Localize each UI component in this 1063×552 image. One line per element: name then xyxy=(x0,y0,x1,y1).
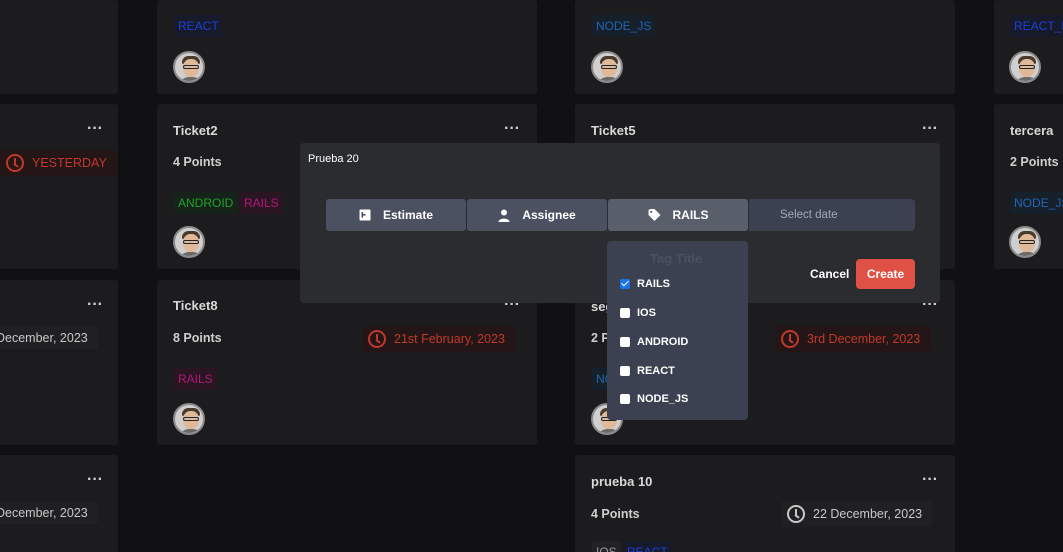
assignee-label: Assignee xyxy=(522,208,576,222)
card-col1-top[interactable] xyxy=(0,0,118,94)
due-date: 22 December, 2023 xyxy=(781,501,933,527)
card-points: 8 Points xyxy=(173,331,222,345)
card-points: 4 Points xyxy=(591,507,640,521)
tag-react: REACT_N xyxy=(1010,15,1063,37)
tag-button[interactable]: RAILS xyxy=(608,199,748,231)
avatar xyxy=(173,226,205,258)
tag-android: ANDROID xyxy=(174,192,238,214)
avatar xyxy=(173,51,205,83)
estimate-button[interactable]: Estimate xyxy=(326,199,466,231)
date-picker-input[interactable]: Select date xyxy=(749,199,915,231)
assignee-button[interactable]: Assignee xyxy=(467,199,607,231)
card-title: Ticket8 xyxy=(173,298,218,313)
tag-node-js: NODE_JS xyxy=(1010,192,1063,214)
card-points: 2 Points xyxy=(1010,155,1059,169)
clock-icon xyxy=(787,505,805,523)
avatar xyxy=(1009,51,1041,83)
card-col2-top[interactable]: REACT xyxy=(157,0,537,94)
avatar xyxy=(591,51,623,83)
card-col1-yesterday[interactable]: ··· YESTERDAY xyxy=(0,104,118,269)
tag-option-ios[interactable]: IOS xyxy=(620,307,656,319)
tag-option-node-js[interactable]: NODE_JS xyxy=(620,393,688,405)
clock-icon xyxy=(368,330,386,348)
ticket-title-input[interactable]: Prueba 20 xyxy=(308,153,359,165)
due-date: December, 2023 xyxy=(0,502,98,524)
due-date: 3rd December, 2023 xyxy=(775,326,931,352)
tag-dropdown: Tag Title RAILS IOS ANDROID REACT NODE_J… xyxy=(607,241,748,420)
estimate-label: Estimate xyxy=(382,208,434,222)
avatar xyxy=(173,403,205,435)
tag-node-js: NODE_JS xyxy=(592,15,656,37)
card-menu-icon[interactable]: ··· xyxy=(922,121,938,137)
card-menu-icon[interactable]: ··· xyxy=(87,472,103,488)
card-col1-bot[interactable]: ··· December, 2023 xyxy=(0,455,118,552)
tag-rails: RAILS xyxy=(240,192,283,214)
card-title: Ticket2 xyxy=(173,123,218,138)
card-title: tercera xyxy=(1010,123,1054,138)
card-menu-icon[interactable]: ··· xyxy=(87,121,103,137)
card-menu-icon[interactable]: ··· xyxy=(922,472,938,488)
tag-label: RAILS xyxy=(672,208,709,222)
card-menu-icon[interactable]: ··· xyxy=(87,297,103,313)
card-menu-icon[interactable]: ··· xyxy=(504,121,520,137)
tag-option-android[interactable]: ANDROID xyxy=(620,336,688,348)
tag-option-react[interactable]: REACT xyxy=(620,365,675,377)
card-ticket8[interactable]: Ticket8 ··· 8 Points 21st February, 2023… xyxy=(157,280,537,445)
tag-react: REACT xyxy=(174,15,223,37)
due-date: December, 2023 xyxy=(0,327,98,349)
create-button[interactable]: Create xyxy=(856,259,915,289)
avatar xyxy=(1009,226,1041,258)
card-col1-mid[interactable]: ··· December, 2023 xyxy=(0,280,118,445)
clock-icon xyxy=(781,330,799,348)
clock-icon xyxy=(6,154,24,172)
tag-react: REACT xyxy=(623,541,672,552)
tag-ios: IOS xyxy=(592,541,621,552)
checkbox[interactable] xyxy=(620,337,630,347)
tag-rails: RAILS xyxy=(174,368,217,390)
tag-dropdown-title: Tag Title xyxy=(650,251,703,266)
estimate-icon xyxy=(359,209,371,221)
user-icon xyxy=(498,209,510,222)
checkbox[interactable] xyxy=(620,366,630,376)
checkbox[interactable] xyxy=(620,308,630,318)
tag-icon xyxy=(648,209,660,221)
due-date: 21st February, 2023 xyxy=(362,326,515,352)
card-title: prueba 10 xyxy=(591,474,653,489)
card-points: 4 Points xyxy=(173,155,222,169)
card-title: Ticket5 xyxy=(591,123,636,138)
card-col3-top[interactable]: NODE_JS xyxy=(575,0,955,94)
cancel-button[interactable]: Cancel xyxy=(810,267,849,281)
tag-option-rails[interactable]: RAILS xyxy=(620,278,670,290)
checkbox-checked[interactable] xyxy=(620,279,630,289)
due-date: YESTERDAY xyxy=(0,150,117,176)
card-prueba-10[interactable]: prueba 10 ··· 4 Points 22 December, 2023… xyxy=(575,455,955,552)
card-col4-top[interactable]: REACT_N xyxy=(994,0,1063,94)
card-tercera[interactable]: tercera 2 Points NODE_JS xyxy=(994,104,1063,269)
checkbox[interactable] xyxy=(620,394,630,404)
